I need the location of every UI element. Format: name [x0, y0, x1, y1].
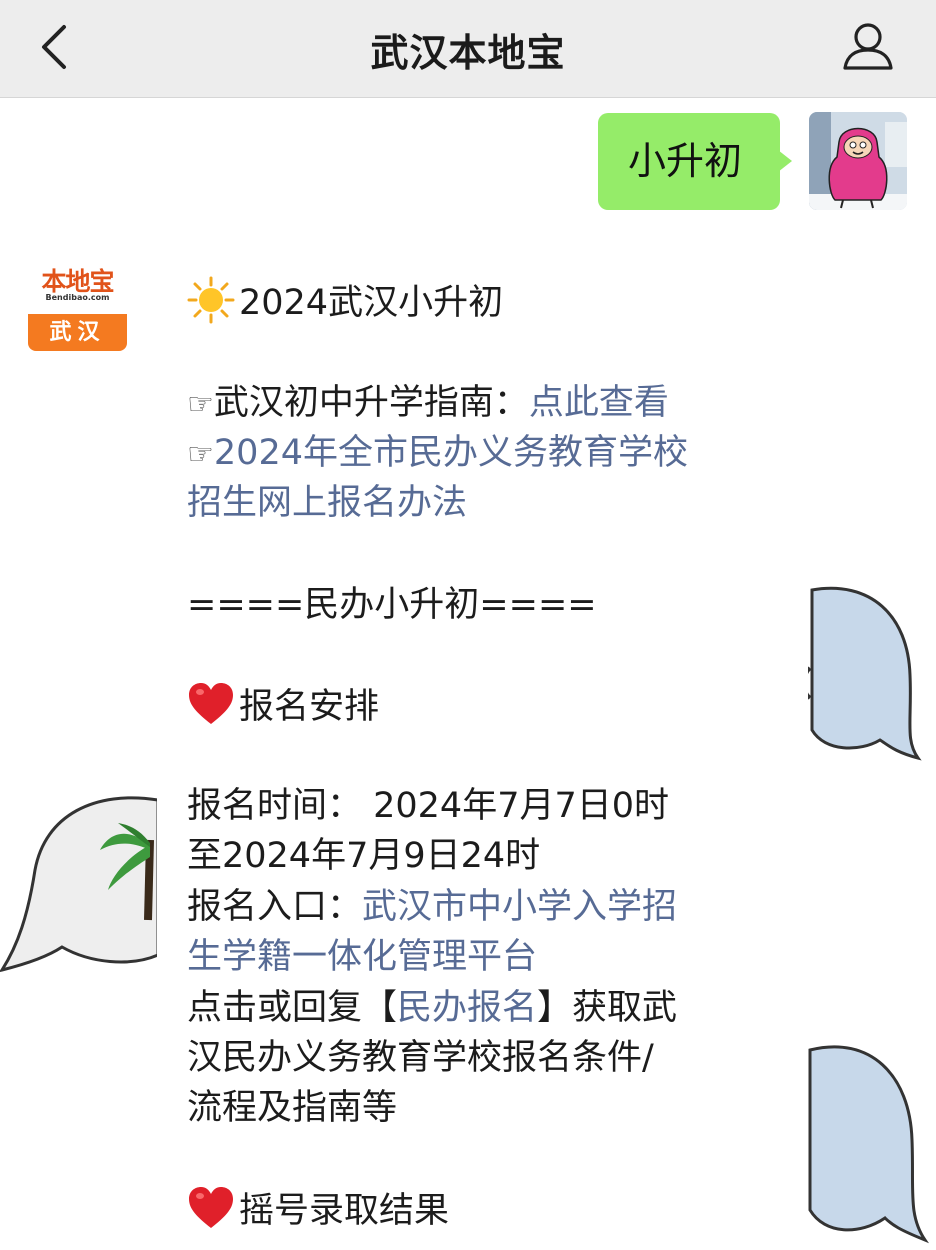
sun-emoji-icon [187, 276, 235, 324]
entry-prefix: 报名入口： [187, 887, 363, 927]
cartoon-avatar-image [809, 112, 907, 210]
self-avatar[interactable] [809, 112, 907, 210]
guide-link[interactable]: 点此查看 [529, 383, 669, 423]
red-heart-emoji-icon [189, 1187, 233, 1228]
logo-city-text: 武汉 [28, 314, 127, 351]
official-account-avatar[interactable]: 本地宝 Bendibao.com 武汉 [28, 252, 127, 351]
guide-line: ☞武汉初中升学指南：点此查看 [187, 378, 669, 430]
outgoing-bubble-tail [778, 150, 792, 172]
reply-keyword-line-2: 汉民办义务教育学校报名条件/ [187, 1038, 654, 1078]
background-doodle-right-top [802, 586, 922, 761]
person-icon [843, 23, 893, 70]
background-doodle-right-bottom [808, 1045, 929, 1244]
chat-info-button[interactable] [842, 20, 894, 72]
pointing-hand-icon: ☞ [187, 387, 214, 422]
reply-keyword-line-3: 流程及指南等 [187, 1088, 398, 1128]
logo-domain-text: Bendibao.com [45, 293, 110, 302]
registration-entry-line-1: 报名入口：武汉市中小学入学招 [187, 882, 677, 932]
incoming-message-panel: 2024武汉小升初 ☞武汉初中升学指南：点此查看 ☞2024年全市民办义务教育学… [157, 240, 808, 1250]
registration-time-line-2: 至2024年7月9日24时 [187, 836, 541, 876]
entry-link-part-2[interactable]: 生学籍一体化管理平台 [187, 937, 537, 977]
reply-prefix: 点击或回复【 [187, 988, 398, 1028]
reply-heading-line: 2024武汉小升初 [187, 276, 503, 328]
registration-entry-line-2: 生学籍一体化管理平台 [187, 932, 537, 982]
section-divider: ====民办小升初==== [187, 585, 597, 625]
policy-link-part-1[interactable]: 2024年全市民办义务教育学校 [214, 433, 688, 473]
policy-link-part-2[interactable]: 招生网上报名办法 [187, 483, 467, 523]
section1-title-line: 报名安排 [187, 680, 379, 732]
outgoing-message-bubble[interactable]: 小升初 [598, 113, 780, 210]
section1-title: 报名安排 [239, 687, 380, 727]
guide-prefix: 武汉初中升学指南： [213, 383, 529, 423]
red-heart-emoji-icon [189, 683, 233, 724]
registration-time-line-1: 报名时间： 2024年7月7日0时 [187, 786, 670, 826]
chat-title: 武汉本地宝 [370, 31, 566, 75]
top-navigation-bar: 武汉本地宝 [0, 0, 936, 98]
reply-keyword-line-1: 点击或回复【民办报名】获取武 [187, 983, 677, 1033]
pointing-hand-icon: ☞ [187, 437, 214, 472]
section2-title: 摇号录取结果 [239, 1191, 450, 1231]
section2-title-line: 摇号录取结果 [187, 1184, 449, 1236]
keyword-link[interactable]: 民办报名 [397, 988, 537, 1028]
reply-heading: 2024武汉小升初 [239, 283, 504, 323]
entry-link-part-1[interactable]: 武汉市中小学入学招 [362, 887, 677, 927]
policy-line-2: 招生网上报名办法 [187, 478, 467, 528]
policy-line-1: ☞2024年全市民办义务教育学校 [187, 428, 688, 480]
background-doodle-left [0, 796, 160, 973]
reply-suffix: 】获取武 [537, 988, 678, 1028]
